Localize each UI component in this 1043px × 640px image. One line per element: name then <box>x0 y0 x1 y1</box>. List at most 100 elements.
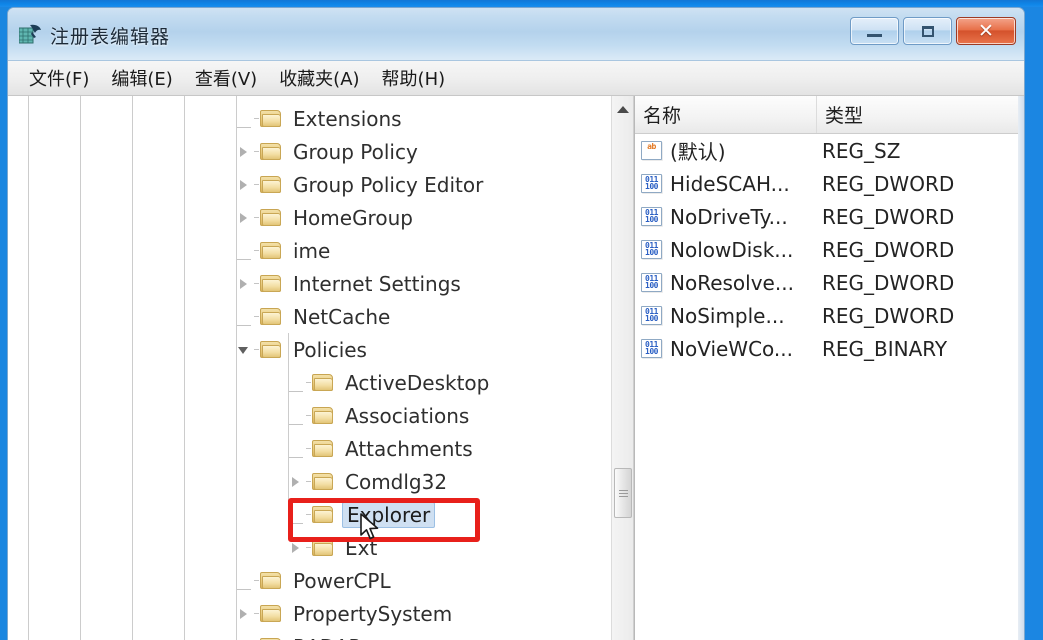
tree-node-group-policy-editor[interactable]: Group Policy Editor <box>236 168 486 201</box>
tree-indent-guide <box>28 96 29 640</box>
tree-indent-guide <box>80 96 81 640</box>
tree-connector-line <box>289 456 303 458</box>
menu-view[interactable]: 查看(V) <box>184 63 268 93</box>
table-row[interactable]: 011 100 NoDriveTy... REG_DWORD <box>635 200 1024 233</box>
folder-icon <box>311 538 335 558</box>
chevron-right-icon[interactable] <box>236 210 252 226</box>
minimize-button[interactable] <box>850 17 899 45</box>
tree-node-explorer[interactable]: Explorer <box>288 498 436 531</box>
registry-values-pane[interactable]: 名称 类型 ab (默认) REG_SZ 011 100 HideSCAH... REG_D… <box>634 96 1024 640</box>
tree-indent-guide <box>184 96 185 640</box>
registry-tree-pane[interactable]: Extensions Group Policy Group Policy Edito… <box>8 96 634 640</box>
reg-dword-icon: 011 100 <box>639 173 665 195</box>
chevron-right-icon[interactable] <box>236 144 252 160</box>
title-bar[interactable]: 注册表编辑器 ✕ <box>8 8 1024 61</box>
tree-connector-line <box>237 258 251 260</box>
reg-dword-icon: 011 100 <box>639 239 665 261</box>
tree-node-comdlg32[interactable]: Comdlg32 <box>288 465 450 498</box>
tree-node-activedesktop[interactable]: ActiveDesktop <box>288 366 492 399</box>
value-type-cell: REG_DWORD <box>822 237 955 262</box>
tree-node-label: ime <box>293 238 331 263</box>
pane-right-edge <box>1018 96 1024 640</box>
table-row[interactable]: 011 100 HideSCAH... REG_DWORD <box>635 167 1024 200</box>
value-type-cell: REG_DWORD <box>822 270 955 295</box>
tree-node-label: HomeGroup <box>293 205 413 230</box>
tree-connector <box>236 111 252 128</box>
tree-vertical-scrollbar[interactable] <box>611 96 633 640</box>
value-type-cell: REG_SZ <box>822 138 901 163</box>
editor-body: Extensions Group Policy Group Policy Edito… <box>8 96 1024 640</box>
column-header-type[interactable]: 类型 <box>817 96 1024 133</box>
menu-favorites[interactable]: 收藏夹(A) <box>268 63 370 93</box>
close-button[interactable]: ✕ <box>956 17 1016 45</box>
tree-node-attachments[interactable]: Attachments <box>288 432 476 465</box>
chevron-down-icon[interactable] <box>236 342 252 358</box>
chevron-right-icon[interactable] <box>288 474 304 490</box>
aero-top-strip <box>0 0 1043 7</box>
table-row[interactable]: ab (默认) REG_SZ <box>635 134 1024 167</box>
folder-icon <box>259 241 283 261</box>
tree-node-propertysystem[interactable]: PropertySystem <box>236 597 455 630</box>
registry-values-list: ab (默认) REG_SZ 011 100 HideSCAH... REG_DWORD 01… <box>635 134 1024 365</box>
chevron-right-icon[interactable] <box>236 276 252 292</box>
tree-connector-line <box>237 126 251 128</box>
close-icon: ✕ <box>978 19 994 42</box>
tree-connector <box>236 309 252 326</box>
table-row[interactable]: 011 100 NoSimple... REG_DWORD <box>635 299 1024 332</box>
folder-icon <box>259 175 283 195</box>
tree-node-extensions[interactable]: Extensions <box>236 102 405 135</box>
scroll-up-arrow-icon[interactable] <box>612 96 633 122</box>
folder-icon <box>311 406 335 426</box>
tree-node-group-policy[interactable]: Group Policy <box>236 135 421 168</box>
tree-connector <box>288 441 304 458</box>
table-row[interactable]: 011 100 NolowDisk... REG_DWORD <box>635 233 1024 266</box>
tree-node-label: Group Policy Editor <box>293 172 484 197</box>
chevron-right-icon[interactable] <box>236 606 252 622</box>
tree-node-label: RADAR <box>290 635 365 640</box>
value-type-cell: REG_DWORD <box>822 204 955 229</box>
window-title: 注册表编辑器 <box>50 26 171 48</box>
tree-connector <box>236 573 252 590</box>
tree-node-powercpl[interactable]: PowerCPL <box>236 564 394 597</box>
value-name-cell: NoResolve... <box>670 270 794 295</box>
tree-node-associations[interactable]: Associations <box>288 399 472 432</box>
tree-node-policies[interactable]: Policies <box>236 333 370 366</box>
table-row[interactable]: 011 100 NoVieWCo... REG_BINARY <box>635 332 1024 365</box>
folder-icon <box>259 109 283 129</box>
tree-connector-line <box>289 390 303 392</box>
grip-line <box>618 492 628 494</box>
tree-connector <box>236 243 252 260</box>
tree-node-label: PowerCPL <box>293 568 391 593</box>
window-controls: ✕ <box>850 17 1016 45</box>
chevron-right-icon[interactable] <box>288 540 304 556</box>
list-header-row: 名称 类型 <box>635 96 1024 134</box>
tree-node-netcache[interactable]: NetCache <box>236 300 393 333</box>
tree-node-label: Policies <box>293 337 367 362</box>
menu-help[interactable]: 帮助(H) <box>371 63 457 93</box>
tree-node-label: NetCache <box>293 304 391 329</box>
registry-editor-window: 注册表编辑器 ✕ 文件(F) 编辑(E) 查看(V) 收藏夹(A) 帮助(H) <box>7 7 1025 640</box>
tree-indent-guide <box>132 96 133 640</box>
tree-node-radar[interactable]: RADAR <box>236 630 365 640</box>
menu-file[interactable]: 文件(F) <box>18 63 100 93</box>
desktop-background: 注册表编辑器 ✕ 文件(F) 编辑(E) 查看(V) 收藏夹(A) 帮助(H) <box>0 0 1043 640</box>
tree-node-ime[interactable]: ime <box>236 234 333 267</box>
column-header-name[interactable]: 名称 <box>635 96 817 133</box>
folder-icon <box>259 274 283 294</box>
menu-edit[interactable]: 编辑(E) <box>100 63 183 93</box>
menu-bar: 文件(F) 编辑(E) 查看(V) 收藏夹(A) 帮助(H) <box>8 61 1024 96</box>
tree-node-homegroup[interactable]: HomeGroup <box>236 201 416 234</box>
table-row[interactable]: 011 100 NoResolve... REG_DWORD <box>635 266 1024 299</box>
folder-icon <box>311 373 335 393</box>
maximize-button[interactable] <box>903 17 952 45</box>
tree-node-label: PropertySystem <box>293 601 453 626</box>
tree-connector <box>288 375 304 392</box>
tree-connector-line <box>289 522 303 524</box>
scrollbar-thumb[interactable] <box>614 468 632 518</box>
tree-node-internet-settings[interactable]: Internet Settings <box>236 267 464 300</box>
chevron-right-icon[interactable] <box>236 177 252 193</box>
folder-icon <box>259 142 283 162</box>
tree-node-ext[interactable]: Ext <box>288 531 380 564</box>
reg-dword-icon: 011 100 <box>639 272 665 294</box>
tree-node-label: Extensions <box>293 106 402 131</box>
